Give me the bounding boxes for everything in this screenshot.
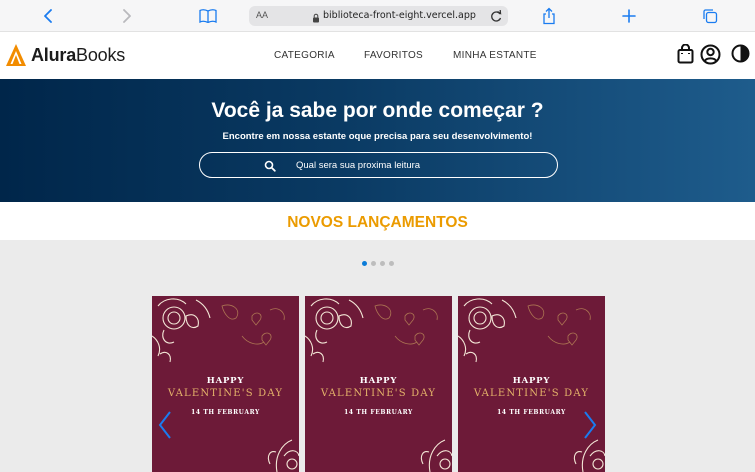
forward-icon[interactable] <box>116 5 138 27</box>
address-bar[interactable]: AA biblioteca-front-eight.vercel.app <box>249 6 508 26</box>
alurabooks-logo[interactable]: AluraBooks <box>5 42 125 68</box>
book-card[interactable]: HAPPY VALENTINE'S DAY 14 TH FEBRUARY <box>152 296 299 472</box>
search-icon[interactable] <box>264 159 276 177</box>
carousel-dot[interactable] <box>380 261 385 266</box>
card-line-3: 14 TH FEBRUARY <box>344 409 413 416</box>
back-icon[interactable] <box>37 5 59 27</box>
new-tab-icon[interactable] <box>618 5 640 27</box>
carousel-pagination <box>362 261 394 266</box>
releases-carousel: HAPPY VALENTINE'S DAY 14 TH FEBRUARY HAP… <box>0 240 755 472</box>
carousel-prev-icon[interactable] <box>156 410 174 440</box>
browser-toolbar: AA biblioteca-front-eight.vercel.app <box>0 0 755 32</box>
card-line-2: VALENTINE'S DAY <box>320 388 437 399</box>
share-icon[interactable] <box>538 5 560 27</box>
text-size-button[interactable]: AA <box>256 10 268 20</box>
card-line-1: HAPPY <box>359 376 398 386</box>
nav-minha-estante[interactable]: MINHA ESTANTE <box>453 50 537 61</box>
carousel-next-icon[interactable] <box>581 410 599 440</box>
url-text: biblioteca-front-eight.vercel.app <box>323 10 476 21</box>
book-card[interactable]: HAPPY VALENTINE'S DAY 14 TH FEBRUARY <box>458 296 605 472</box>
book-card[interactable]: HAPPY VALENTINE'S DAY 14 TH FEBRUARY <box>305 296 452 472</box>
logo-triangle-icon <box>6 44 26 66</box>
reload-icon[interactable] <box>489 8 503 29</box>
site-header: AluraBooks CATEGORIA FAVORITOS MINHA EST… <box>0 32 755 79</box>
bookmarks-icon[interactable] <box>197 5 219 27</box>
nav-favoritos[interactable]: FAVORITOS <box>364 50 423 61</box>
user-icon[interactable] <box>700 44 721 70</box>
card-line-1: HAPPY <box>206 376 245 386</box>
search-input[interactable] <box>296 157 536 173</box>
search-box[interactable] <box>199 152 558 178</box>
card-line-1: HAPPY <box>512 376 551 386</box>
hero-subtitle: Encontre em nossa estante oque precisa p… <box>222 131 533 142</box>
lock-icon <box>312 10 320 28</box>
section-title: NOVOS LANÇAMENTOS <box>287 214 468 231</box>
contrast-icon[interactable] <box>731 44 750 68</box>
carousel-dot[interactable] <box>371 261 376 266</box>
tabs-icon[interactable] <box>699 5 721 27</box>
card-line-2: VALENTINE'S DAY <box>167 388 284 399</box>
carousel-dot[interactable] <box>362 261 367 266</box>
logo-text-bold: Alura <box>31 44 77 65</box>
card-line-2: VALENTINE'S DAY <box>473 388 590 399</box>
card-line-3: 14 TH FEBRUARY <box>191 409 260 416</box>
carousel-dot[interactable] <box>389 261 394 266</box>
nav-categoria[interactable]: CATEGORIA <box>274 50 335 61</box>
hero-banner: Você ja sabe por onde começar ? Encontre… <box>0 79 755 202</box>
bag-icon[interactable] <box>677 43 694 69</box>
logo-text-light: Books <box>76 44 126 65</box>
hero-title: Você ja sabe por onde começar ? <box>211 99 544 122</box>
